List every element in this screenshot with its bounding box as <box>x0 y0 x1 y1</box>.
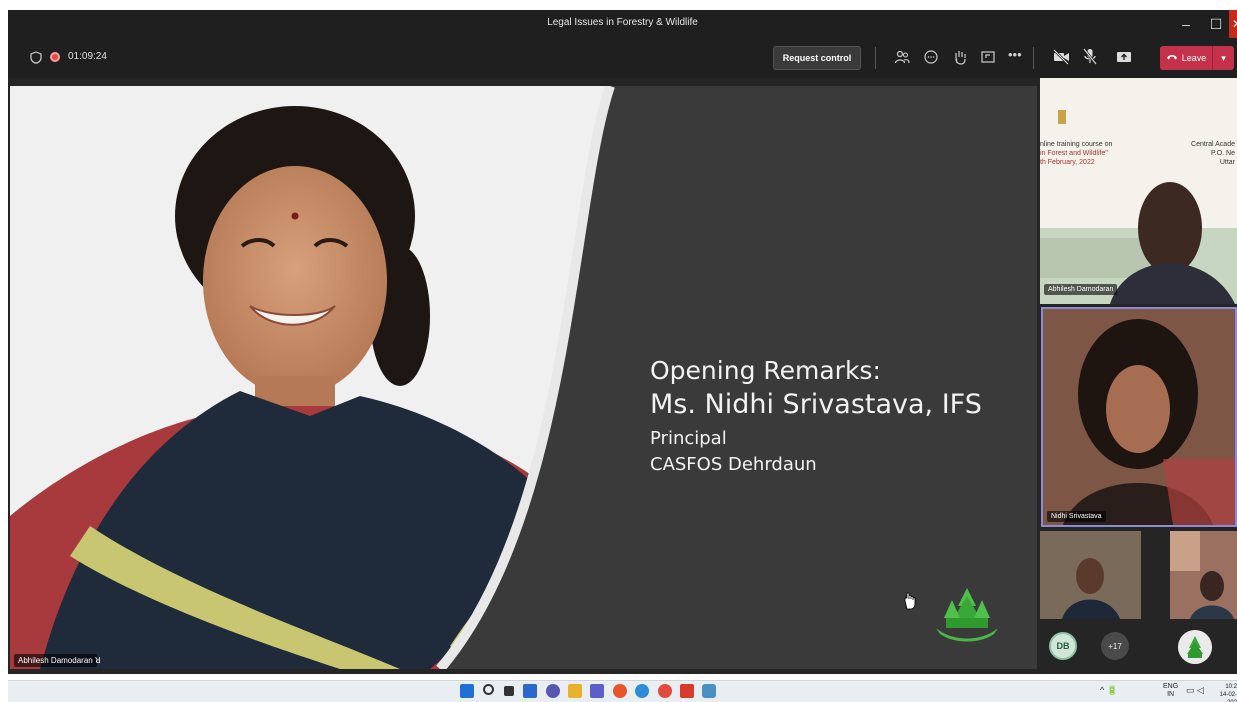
video-background <box>1040 78 1237 304</box>
background-line: nline training course on <box>1040 141 1113 148</box>
network-volume-icon[interactable]: ▭ ◁ <box>1186 685 1204 696</box>
chrome-icon[interactable] <box>658 684 672 698</box>
window-title: Legal Issues in Forestry & Wildlife <box>547 17 698 28</box>
participant-name-tag: Nidhi Srivastava <box>1047 511 1106 522</box>
toolbar-divider <box>1033 47 1034 69</box>
background-text-right: Central Acade P.O. Ne Uttar <box>1191 140 1235 167</box>
windows-taskbar: ^ 🔋 ENG IN ▭ ◁ 10:2 14-02-202 <box>8 680 1237 702</box>
camera-off-icon[interactable] <box>1053 49 1070 67</box>
presenter-name-tag: Abhilesh Damodaran <box>14 654 97 667</box>
video-feed <box>1040 531 1141 619</box>
casfos-logo-icon <box>1178 630 1212 664</box>
title-bar: Legal Issues in Forestry & Wildlife – ☐ … <box>8 10 1237 38</box>
hand-cursor-icon <box>903 592 917 615</box>
speaker-name: Ms. Nidhi Srivastava, IFS <box>650 389 982 420</box>
search-icon[interactable] <box>483 684 494 695</box>
participant-tile-abhilesh[interactable]: nline training course on in Forest and W… <box>1040 78 1237 304</box>
people-icon[interactable] <box>894 49 910 67</box>
close-button[interactable]: ✕ <box>1229 10 1237 38</box>
language-indicator[interactable]: ENG IN <box>1163 683 1178 699</box>
toolbar-divider <box>875 47 876 69</box>
participant-tile-nidhi[interactable]: Nidhi Srivastava <box>1041 307 1237 527</box>
share-screen-icon[interactable] <box>1116 49 1132 67</box>
request-control-button[interactable]: Request control <box>773 46 861 70</box>
clock[interactable]: 10:2 14-02-202 <box>1213 683 1237 702</box>
system-tray-icons[interactable]: ^ 🔋 <box>1100 685 1118 696</box>
casfos-logo-icon <box>932 584 1002 651</box>
clock-time: 10:2 <box>1225 684 1237 690</box>
video-feed <box>1170 531 1237 619</box>
teams-icon[interactable] <box>590 684 604 698</box>
meeting-timer: 01:09:24 <box>68 51 107 62</box>
meeting-toolbar: 01:09:24 Request control ••• Leave ▾ <box>8 38 1237 78</box>
speaker-title: Principal <box>650 428 727 449</box>
avatar[interactable]: DB <box>1049 632 1077 660</box>
chat-icon[interactable] <box>923 49 939 67</box>
shared-presentation-slide: Opening Remarks: Ms. Nidhi Srivastava, I… <box>10 86 1037 669</box>
language-label: ENG <box>1163 683 1179 690</box>
background-line: Uttar <box>1219 159 1235 166</box>
teams-meeting-window: Legal Issues in Forestry & Wildlife – ☐ … <box>0 0 1237 702</box>
background-line: th February, 2022 <box>1040 159 1095 166</box>
app-icon[interactable] <box>702 684 716 698</box>
phone-hangup-icon <box>1166 53 1178 63</box>
mic-off-icon[interactable] <box>1082 48 1098 67</box>
edge-icon[interactable] <box>635 684 649 698</box>
pdf-reader-icon[interactable] <box>680 684 694 698</box>
minimize-button[interactable]: – <box>1171 10 1201 38</box>
leave-label: Leave <box>1181 53 1207 63</box>
widgets-icon[interactable] <box>523 684 537 698</box>
speaker-photo <box>10 86 625 669</box>
more-participants-badge[interactable]: +17 <box>1101 632 1129 660</box>
task-view-icon[interactable] <box>504 686 514 696</box>
firefox-icon[interactable] <box>613 684 627 698</box>
participant-name-tag: Abhilesh Damodaran <box>1044 284 1118 295</box>
shield-icon <box>30 51 42 66</box>
participant-tile-small[interactable] <box>1170 531 1237 619</box>
mic-icon: ꓤ <box>95 656 101 665</box>
background-line: Central Acade <box>1191 141 1235 148</box>
background-line: in Forest and Wildlife" <box>1040 150 1108 157</box>
leave-button[interactable]: Leave <box>1160 46 1212 70</box>
maximize-button[interactable]: ☐ <box>1201 10 1231 38</box>
clock-date: 14-02-202 <box>1219 692 1237 702</box>
slide-text-block: Opening Remarks: Ms. Nidhi Srivastava, I… <box>650 356 982 478</box>
region-label: IN <box>1167 691 1175 698</box>
leave-options-chevron-down-icon[interactable]: ▾ <box>1212 46 1234 70</box>
raise-hand-icon[interactable] <box>952 49 968 67</box>
windows-start-icon[interactable] <box>460 684 474 698</box>
slide-heading: Opening Remarks: <box>650 356 881 385</box>
organization-avatar[interactable] <box>1178 630 1212 664</box>
share-tray-icon[interactable] <box>980 49 996 67</box>
background-line: P.O. Ne <box>1211 150 1235 157</box>
background-text-left: nline training course on in Forest and W… <box>1040 140 1112 167</box>
more-icon[interactable]: ••• <box>1008 48 1022 61</box>
speaker-organization: CASFOS Dehrdaun <box>650 454 817 475</box>
video-feed <box>1043 309 1235 525</box>
recording-indicator-icon <box>50 52 60 62</box>
participant-tile-small[interactable] <box>1040 531 1141 619</box>
file-explorer-icon[interactable] <box>568 684 582 698</box>
teams-chat-icon[interactable] <box>546 684 560 698</box>
